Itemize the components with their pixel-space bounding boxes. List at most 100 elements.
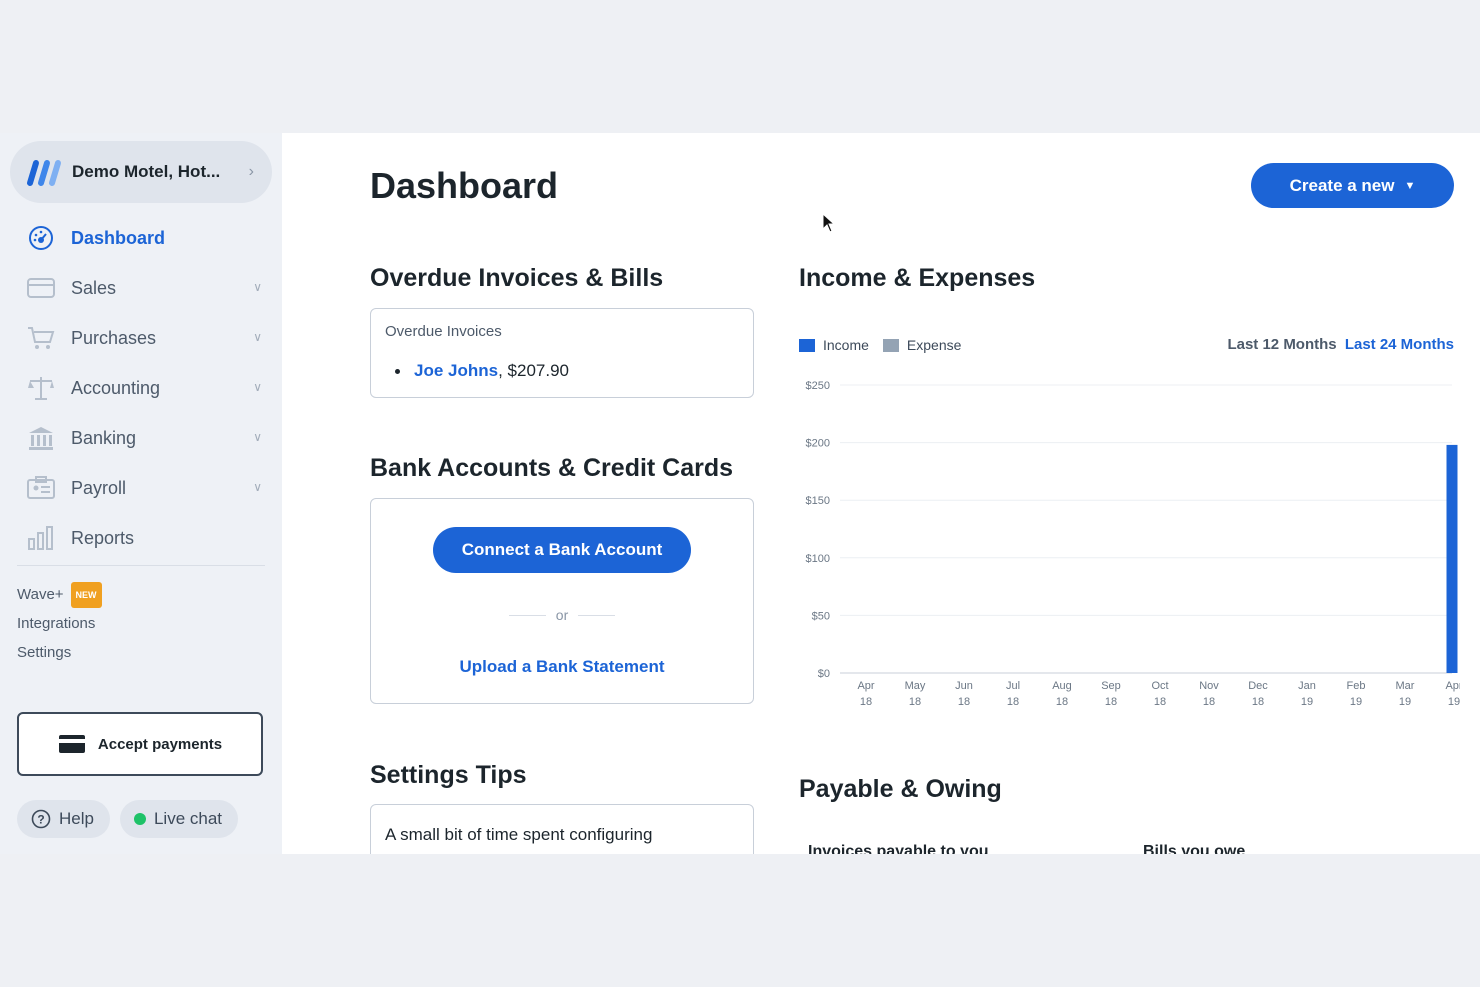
- divider-line: [578, 614, 616, 616]
- new-badge: NEW: [70, 581, 102, 608]
- create-new-label: Create a new: [1289, 175, 1395, 195]
- sidebar-item-accounting[interactable]: Accounting ∨: [0, 363, 282, 413]
- svg-text:?: ?: [37, 813, 44, 827]
- payable-owing-heading: Payable & Owing: [799, 775, 1002, 803]
- y-tick-label: $250: [806, 380, 830, 392]
- payroll-icon: [26, 475, 56, 501]
- scale-icon: [26, 375, 56, 401]
- or-divider: or: [509, 607, 616, 623]
- wave-plus-link[interactable]: Wave+ NEW: [17, 580, 102, 609]
- accept-payments-button[interactable]: Accept payments: [17, 712, 263, 776]
- overdue-card: Overdue Invoices Joe Johns , $207.90: [370, 308, 754, 398]
- settings-tips-card: A small bit of time spent configuring: [370, 804, 754, 854]
- sidebar-item-dashboard[interactable]: Dashboard: [0, 213, 282, 263]
- income-expenses-chart: $0 $50 $100 $150 $200 $250 Apr 18 May 18 Jun 18 Jul 1…: [806, 380, 1460, 708]
- x-tick-label: Mar 19: [1396, 680, 1415, 708]
- bullet: [395, 368, 400, 374]
- bar-chart-icon: [26, 525, 56, 551]
- x-tick-label: Sep 18: [1101, 680, 1121, 708]
- chevron-down-icon: ∨: [253, 280, 262, 294]
- app-frame: Demo Motel, Hot... › Dashboard Sales ∨ P…: [0, 133, 1480, 854]
- help-label: Help: [59, 809, 94, 828]
- chevron-down-icon: ∨: [253, 380, 262, 394]
- y-tick-label: $50: [812, 610, 830, 622]
- overdue-heading: Overdue Invoices & Bills: [370, 264, 664, 292]
- upload-statement-link[interactable]: Upload a Bank Statement: [371, 657, 753, 677]
- wave-plus-label: Wave+: [17, 585, 64, 603]
- sidebar-item-reports[interactable]: Reports: [0, 513, 282, 563]
- tip-text: A small bit of time spent configuring: [385, 825, 653, 844]
- or-label: or: [555, 607, 569, 623]
- chart-legend: Income Expense: [799, 337, 961, 353]
- page-title: Dashboard: [370, 165, 559, 206]
- invoices-payable-header: Invoices payable to you: [808, 843, 989, 854]
- sidebar-item-payroll[interactable]: Payroll ∨: [0, 463, 282, 513]
- main-content: Dashboard Create a new ▼ Overdue Invoice…: [282, 133, 1480, 854]
- x-tick-label: Apr19: [1445, 680, 1460, 708]
- sidebar-item-sales[interactable]: Sales ∨: [0, 263, 282, 313]
- range-12-months[interactable]: Last 12 Months: [1227, 336, 1336, 353]
- divider-line: [509, 614, 546, 616]
- connect-bank-button[interactable]: Connect a Bank Account: [433, 527, 691, 573]
- business-switcher[interactable]: Demo Motel, Hot... ›: [10, 141, 272, 203]
- income-expenses-heading: Income & Expenses: [799, 264, 1036, 292]
- sidebar-secondary-links: Wave+ NEW Integrations Settings: [17, 580, 102, 667]
- range-24-months[interactable]: Last 24 Months: [1345, 336, 1454, 353]
- overdue-amount: , $207.90: [498, 361, 569, 380]
- sidebar-item-label: Accounting: [71, 377, 161, 398]
- live-chat-button[interactable]: Live chat: [119, 800, 239, 838]
- x-tick-label: Nov 18: [1199, 680, 1219, 708]
- sidebar-item-label: Sales: [71, 277, 117, 298]
- credit-card-icon: [58, 735, 85, 753]
- expense-swatch: [882, 338, 899, 352]
- x-tick-label: Feb 19: [1347, 680, 1366, 708]
- dashboard-icon: [26, 225, 56, 251]
- live-chat-label: Live chat: [153, 809, 223, 828]
- chevron-right-icon: ›: [248, 163, 254, 180]
- integrations-link[interactable]: Integrations: [17, 609, 102, 638]
- mouse-cursor-icon: [822, 213, 836, 233]
- x-tick-label: Aug 18: [1052, 680, 1072, 708]
- sidebar-item-label: Reports: [71, 527, 135, 548]
- bills-owe-header: Bills you owe: [1143, 843, 1246, 854]
- x-tick-label: Apr 18: [857, 680, 874, 708]
- sidebar-item-purchases[interactable]: Purchases ∨: [0, 313, 282, 363]
- support-row: ? Help Live chat: [17, 800, 239, 838]
- legend-income: Income: [823, 337, 869, 353]
- sidebar: Demo Motel, Hot... › Dashboard Sales ∨ P…: [0, 133, 282, 854]
- sidebar-divider: [17, 565, 265, 566]
- income-bar: [1446, 444, 1458, 673]
- y-tick-label: $100: [806, 553, 830, 565]
- y-tick-label: $150: [806, 495, 830, 507]
- bank-heading: Bank Accounts & Credit Cards: [370, 454, 734, 482]
- online-status-icon: [133, 813, 146, 825]
- question-circle-icon: ?: [31, 809, 51, 829]
- help-button[interactable]: ? Help: [17, 800, 110, 838]
- sidebar-item-banking[interactable]: Banking ∨: [0, 413, 282, 463]
- accept-payments-label: Accept payments: [97, 735, 223, 753]
- sidebar-item-label: Dashboard: [71, 227, 166, 248]
- x-tick-label: Jul 18: [1006, 680, 1020, 708]
- chevron-down-icon: ∨: [253, 430, 262, 444]
- chevron-down-icon: ∨: [253, 330, 262, 344]
- sidebar-item-label: Payroll: [71, 477, 127, 498]
- x-tick-label: May 18: [905, 680, 926, 708]
- bank-card: Connect a Bank Account or Upload a Bank …: [370, 498, 754, 704]
- business-name: Demo Motel, Hot...: [72, 162, 221, 181]
- sales-icon: [26, 275, 56, 301]
- bank-icon: [26, 425, 56, 451]
- overdue-invoices-label: Overdue Invoices: [385, 323, 502, 340]
- y-tick-label: $200: [806, 438, 830, 450]
- y-tick-label: $0: [818, 668, 830, 680]
- settings-tips-heading: Settings Tips: [370, 761, 527, 789]
- range-toggle: Last 12 Months Last 24 Months: [1227, 336, 1454, 353]
- wave-logo-icon: [27, 160, 61, 186]
- x-tick-label: Dec 18: [1248, 680, 1268, 708]
- create-new-button[interactable]: Create a new ▼: [1251, 163, 1454, 208]
- list-item: Joe Johns , $207.90: [395, 361, 569, 381]
- customer-link[interactable]: Joe Johns: [414, 361, 498, 381]
- income-swatch: [799, 338, 815, 352]
- cart-icon: [26, 325, 56, 351]
- chevron-down-icon: ∨: [253, 480, 262, 494]
- settings-link[interactable]: Settings: [17, 638, 102, 667]
